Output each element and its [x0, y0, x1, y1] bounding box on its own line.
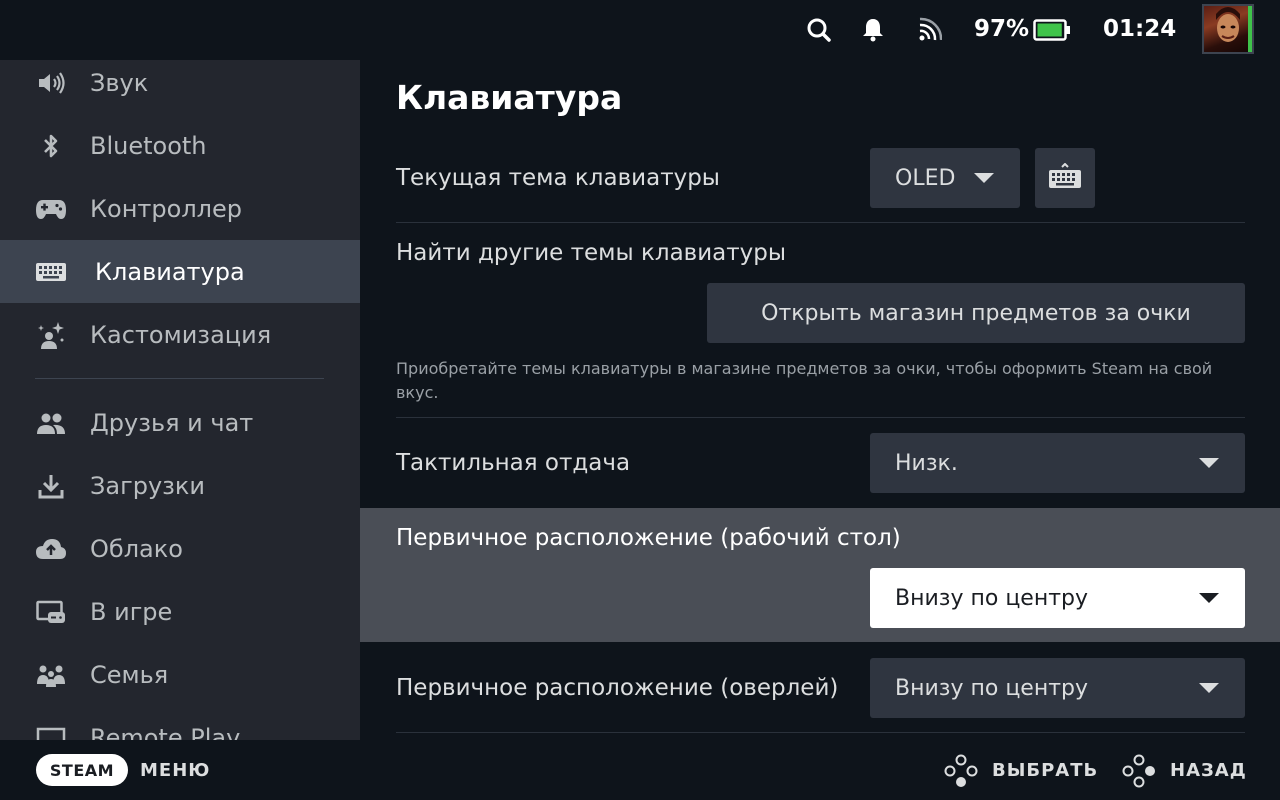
keyboard-icon: [35, 256, 67, 288]
sidebar-item-bluetooth[interactable]: Bluetooth: [0, 114, 360, 177]
dropdown-value: Внизу по центру: [895, 585, 1089, 611]
a-button-glyph-icon: [944, 754, 978, 788]
sidebar-divider: [35, 378, 324, 379]
dropdown-value: Внизу по центру: [895, 675, 1089, 701]
status-bar: 97% 01:24: [0, 0, 1280, 60]
sparkle-person-icon: [35, 319, 67, 351]
page-title: Клавиатура: [396, 78, 623, 117]
overlay-position-label: Первичное расположение (оверлей): [396, 675, 839, 701]
battery-icon: [1033, 19, 1071, 41]
sidebar-item-label: Кастомизация: [90, 320, 272, 349]
family-icon: [35, 659, 67, 691]
chevron-down-icon: [974, 173, 994, 183]
keyboard-settings-panel: Клавиатура Текущая тема клавиатуры OLED …: [360, 60, 1280, 740]
menu-label: МЕНЮ: [140, 760, 211, 781]
gamepad-icon: [35, 193, 67, 225]
steam-button[interactable]: STEAM: [36, 754, 128, 786]
download-icon: [35, 470, 67, 502]
clock: 01:24: [1103, 16, 1177, 42]
select-label[interactable]: ВЫБРАТЬ: [992, 760, 1098, 781]
keyboard-theme-dropdown[interactable]: OLED: [870, 148, 1020, 208]
friends-icon: [35, 407, 67, 439]
sidebar-item-label: Bluetooth: [90, 131, 207, 160]
sidebar-item-label: В игре: [90, 597, 173, 626]
haptics-label: Тактильная отдача: [396, 450, 631, 476]
dropdown-value: OLED: [895, 165, 956, 191]
find-themes-label: Найти другие темы клавиатуры: [396, 240, 787, 266]
find-themes-description: Приобретайте темы клавиатуры в магазине …: [396, 359, 1213, 402]
keyboard-preview-button[interactable]: [1035, 148, 1095, 208]
sidebar-item-friends[interactable]: Друзья и чат: [0, 391, 360, 454]
sidebar-item-label: Семья: [90, 660, 169, 689]
row-separator: [396, 417, 1245, 418]
battery-percent: 97%: [974, 16, 1030, 42]
theme-label: Текущая тема клавиатуры: [396, 165, 720, 191]
in-game-icon: [35, 596, 67, 628]
cloud-icon: [35, 533, 67, 565]
sidebar-item-label: Друзья и чат: [90, 408, 254, 437]
settings-sidebar: Звук Bluetooth Контроллер Клавиатура Кас…: [0, 60, 360, 740]
haptics-dropdown[interactable]: Низк.: [870, 433, 1245, 493]
sidebar-item-sound[interactable]: Звук: [0, 60, 360, 114]
sidebar-item-label: Загрузки: [90, 471, 205, 500]
dropdown-value: Низк.: [895, 450, 958, 476]
bluetooth-icon: [35, 130, 67, 162]
sidebar-item-customization[interactable]: Кастомизация: [0, 303, 360, 366]
row-separator: [396, 222, 1245, 223]
overlay-position-dropdown[interactable]: Внизу по центру: [870, 658, 1245, 718]
sidebar-item-in-game[interactable]: В игре: [0, 580, 360, 643]
chevron-down-icon: [1199, 593, 1219, 603]
sidebar-item-label: Звук: [90, 68, 149, 97]
remote-play-icon: [35, 722, 67, 740]
sidebar-item-keyboard[interactable]: Клавиатура: [0, 240, 360, 303]
chevron-down-icon: [1199, 458, 1219, 468]
sidebar-item-remote-play[interactable]: Remote Play: [0, 706, 360, 740]
sidebar-item-downloads[interactable]: Загрузки: [0, 454, 360, 517]
sidebar-item-label: Облако: [90, 534, 183, 563]
back-label[interactable]: НАЗАД: [1170, 760, 1247, 781]
search-icon[interactable]: [804, 14, 834, 46]
wifi-icon: [914, 14, 944, 46]
sidebar-item-controller[interactable]: Контроллер: [0, 177, 360, 240]
sidebar-item-label: Контроллер: [90, 194, 242, 223]
sidebar-item-label: Remote Play: [90, 723, 241, 741]
speaker-icon: [35, 67, 67, 99]
b-button-glyph-icon: [1122, 754, 1156, 788]
avatar[interactable]: [1202, 4, 1254, 54]
bell-icon[interactable]: [858, 14, 888, 46]
keyboard-icon: [1048, 162, 1082, 193]
desktop-position-label: Первичное расположение (рабочий стол): [396, 525, 901, 551]
row-separator: [396, 732, 1245, 733]
sidebar-item-label: Клавиатура: [95, 257, 245, 286]
open-points-shop-button[interactable]: Открыть магазин предметов за очки: [707, 283, 1245, 343]
sidebar-item-cloud[interactable]: Облако: [0, 517, 360, 580]
sidebar-item-family[interactable]: Семья: [0, 643, 360, 706]
chevron-down-icon: [1199, 683, 1219, 693]
desktop-position-dropdown[interactable]: Внизу по центру: [870, 568, 1245, 628]
bottom-hint-bar: STEAM МЕНЮ ВЫБРАТЬ НАЗАД: [0, 740, 1280, 800]
